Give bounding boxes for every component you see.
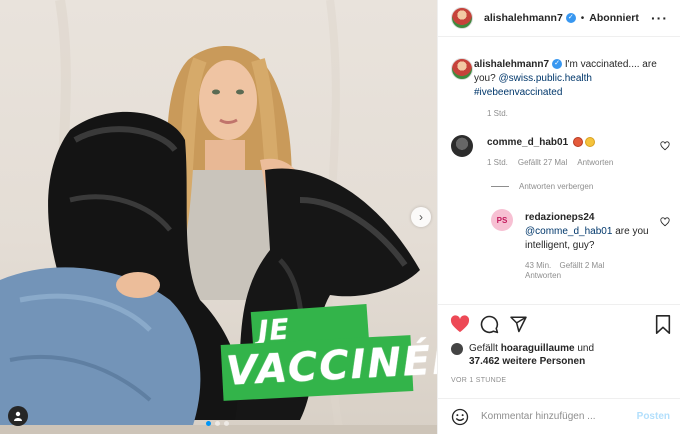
emoji-smile-icon[interactable] bbox=[451, 408, 469, 426]
user-icon bbox=[14, 411, 22, 421]
reply-username[interactable]: redazioneps24 bbox=[525, 212, 594, 223]
post-header: alishalehmann7 ✓ • Abonniert ··· bbox=[438, 0, 680, 37]
post-timestamp[interactable]: VOR 1 STUNDE bbox=[451, 377, 506, 384]
hide-replies-label: Antworten verbergen bbox=[519, 182, 594, 191]
post-action-bar bbox=[438, 304, 680, 340]
caption: alishalehmann7 ✓ I'm vaccinated.... are y… bbox=[474, 58, 664, 100]
comment-likes[interactable]: Gefällt 27 Mal bbox=[518, 158, 567, 167]
face-emoji-icon bbox=[572, 137, 583, 148]
comment-text: comme_d_hab01 bbox=[487, 137, 595, 148]
hide-replies-line bbox=[491, 186, 509, 187]
more-options-icon[interactable]: ··· bbox=[651, 10, 668, 26]
reply-mention-link[interactable]: @comme_d_hab01 bbox=[525, 226, 612, 237]
carousel-dot bbox=[206, 421, 211, 426]
tagged-users-button[interactable] bbox=[8, 406, 28, 426]
comment-time: 1 Std. bbox=[487, 158, 508, 167]
comment-reply-button[interactable]: Antworten bbox=[577, 158, 613, 167]
verified-badge-icon: ✓ bbox=[565, 13, 576, 23]
comment-meta: 1 Std. Gefällt 27 Mal Antworten bbox=[487, 158, 613, 167]
reply-avatar[interactable]: PS bbox=[491, 209, 513, 231]
caption-mention-link[interactable]: @swiss.public.health bbox=[498, 73, 592, 84]
chevron-right-icon: › bbox=[419, 210, 423, 224]
following-button[interactable]: Abonniert bbox=[589, 12, 639, 24]
comments-section: alishalehmann7 ✓ I'm vaccinated.... are y… bbox=[438, 37, 680, 304]
carousel-indicator bbox=[206, 421, 229, 426]
likes-summary: Gefällt hoaraguillaume und 37.462 weiter… bbox=[451, 342, 671, 368]
verified-badge-icon: ✓ bbox=[552, 59, 563, 70]
likes-text: Gefällt hoaraguillaume und 37.462 weiter… bbox=[469, 342, 594, 368]
reply-like-heart-icon[interactable] bbox=[660, 217, 670, 227]
author-avatar[interactable] bbox=[451, 7, 473, 29]
post-side-panel: alishalehmann7 ✓ • Abonniert ··· alishal… bbox=[437, 0, 680, 434]
likes-prefix: Gefällt bbox=[469, 343, 498, 354]
likes-others-link[interactable]: 37.462 weitere Personen bbox=[469, 356, 585, 367]
overlay-text-line2: VACCINÉE bbox=[224, 336, 437, 395]
comment-input[interactable]: Kommentar hinzufügen ... bbox=[481, 411, 596, 422]
comment-avatar[interactable] bbox=[451, 135, 473, 157]
heart-icon[interactable] bbox=[450, 315, 470, 333]
carousel-dot bbox=[224, 421, 229, 426]
post-image[interactable]: JE SUIS VACCINÉE › bbox=[0, 0, 437, 434]
reply-likes[interactable]: Gefällt 2 Mal bbox=[559, 261, 604, 270]
carousel-dot bbox=[215, 421, 220, 426]
hide-replies-button[interactable]: Antworten verbergen bbox=[491, 182, 593, 191]
likes-joiner: und bbox=[577, 343, 595, 354]
reply-reply-button[interactable]: Antworten bbox=[525, 271, 561, 280]
liker-avatar[interactable] bbox=[451, 343, 463, 355]
header-separator: • bbox=[580, 12, 585, 24]
carousel-next-button[interactable]: › bbox=[411, 207, 431, 227]
share-icon[interactable] bbox=[509, 315, 528, 333]
comment-username[interactable]: comme_d_hab01 bbox=[487, 137, 568, 148]
reply-time: 43 Min. bbox=[525, 261, 552, 270]
caption-hashtag-link[interactable]: #ivebeenvaccinated bbox=[474, 87, 562, 98]
comment-icon[interactable] bbox=[480, 315, 499, 334]
thumbs-down-emoji-icon bbox=[584, 137, 595, 148]
author-username[interactable]: alishalehmann7 bbox=[484, 12, 563, 24]
post-comment-button[interactable]: Posten bbox=[637, 411, 670, 422]
reply-text: redazioneps24 @comme_d_hab01 are you int… bbox=[525, 211, 655, 253]
overlay-banner-bottom: VACCINÉE bbox=[220, 335, 437, 401]
caption-avatar[interactable] bbox=[451, 58, 473, 80]
add-comment-bar: Kommentar hinzufügen ... Posten bbox=[438, 398, 680, 434]
caption-time: 1 Std. bbox=[487, 109, 508, 118]
reply-meta: 43 Min. Gefällt 2 Mal Antworten bbox=[525, 261, 645, 281]
caption-username[interactable]: alishalehmann7 bbox=[474, 59, 549, 70]
liker-username[interactable]: hoaraguillaume bbox=[501, 343, 575, 354]
comment-like-heart-icon[interactable] bbox=[660, 141, 670, 151]
bookmark-icon[interactable] bbox=[655, 315, 671, 334]
